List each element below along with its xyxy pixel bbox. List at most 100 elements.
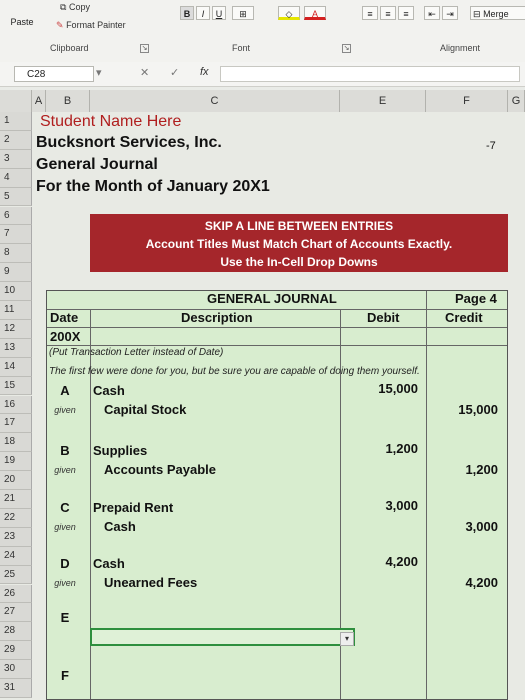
row-header-1[interactable]: 1 [0,112,32,131]
note-first-few-done[interactable]: The first few were done for you, but be … [49,366,420,377]
credit-account[interactable]: Cash [104,519,136,534]
banner-line-2: Account Titles Must Match Chart of Accou… [145,237,453,251]
company-name[interactable]: Bucksnort Services, Inc. [36,134,222,152]
debit-amount[interactable]: 3,000 [350,498,418,513]
entry-letter[interactable]: D [50,556,80,571]
instruction-banner: SKIP A LINE BETWEEN ENTRIES Account Titl… [90,214,508,272]
credit-account[interactable]: Accounts Payable [104,462,216,477]
row-header-2[interactable]: 2 [0,130,32,150]
column-header-a[interactable]: A [32,90,46,112]
row-header-13[interactable]: 13 [0,338,32,358]
align-center-button[interactable]: ≡ [380,6,396,20]
column-header-f[interactable]: F [426,90,508,112]
italic-button[interactable]: I [196,6,210,20]
copy-button[interactable]: ⧉ Copy [60,2,90,13]
pending-entry-letter[interactable]: F [50,668,80,683]
row-header-15[interactable]: 15 [0,376,32,396]
student-name[interactable]: Student Name Here [40,113,181,131]
underline-button[interactable]: U [212,6,226,20]
period-line[interactable]: For the Month of January 20X1 [36,178,270,196]
row-header-16[interactable]: 16 [0,395,32,415]
problem-number[interactable]: -7 [486,140,496,152]
row-header-30[interactable]: 30 [0,660,32,679]
row-header-5[interactable]: 5 [0,187,32,207]
fill-color-button[interactable]: ◇ [278,6,300,20]
credit-account[interactable]: Capital Stock [104,402,186,417]
given-label: given [54,405,76,415]
row-header-25[interactable]: 25 [0,565,32,585]
row-header-28[interactable]: 28 [0,622,32,642]
formula-input[interactable] [220,66,520,82]
pending-entry-letter[interactable]: E [50,610,80,625]
row-header-20[interactable]: 20 [0,471,32,490]
row-header-29[interactable]: 29 [0,641,32,661]
debit-account[interactable]: Prepaid Rent [93,500,173,515]
row-header-11[interactable]: 11 [0,301,32,320]
row-header-14[interactable]: 14 [0,357,32,377]
align-left-button[interactable]: ≡ [362,6,378,20]
decrease-indent-button[interactable]: ⇤ [424,6,440,20]
row-header-12[interactable]: 12 [0,319,32,339]
row-header-17[interactable]: 17 [0,414,32,434]
row-header-9[interactable]: 9 [0,263,32,283]
note-transaction-letter[interactable]: (Put Transaction Letter instead of Date) [49,347,223,358]
name-box[interactable]: C28 [14,66,94,82]
clipboard-launcher-icon[interactable]: ↘ [140,44,149,53]
borders-button[interactable]: ⊞ [232,6,254,20]
bold-button[interactable]: B [180,6,194,20]
select-all-corner[interactable] [0,90,32,112]
row-header-18[interactable]: 18 [0,433,32,453]
debit-amount[interactable]: 4,200 [350,554,418,569]
column-header-e[interactable]: E [340,90,426,112]
paste-button[interactable]: Paste [2,4,42,40]
font-color-button[interactable]: A [304,6,326,20]
credit-amount[interactable]: 3,000 [430,519,498,534]
column-header-g[interactable]: G [508,90,525,112]
row-header-31[interactable]: 31 [0,679,32,698]
alignment-group-label: Alignment [440,43,481,53]
debit-amount[interactable]: 15,000 [350,381,418,396]
row-header-6[interactable]: 6 [0,206,32,226]
divider [47,345,507,346]
row-header-4[interactable]: 4 [0,168,32,188]
row-header-24[interactable]: 24 [0,546,32,566]
column-header-b[interactable]: B [46,90,90,112]
debit-amount[interactable]: 1,200 [350,441,418,456]
insert-function-icon[interactable]: fx [200,66,209,78]
merge-button[interactable]: ⊟ Merge [470,6,525,20]
clipboard-group-label: Clipboard [50,43,89,53]
journal-year[interactable]: 200X [50,329,80,344]
format-painter-button[interactable]: ✎ Format Painter [56,20,126,31]
debit-account[interactable]: Cash [93,556,125,571]
row-header-10[interactable]: 10 [0,282,32,301]
entry-letter[interactable]: A [50,383,80,398]
journal-title-line[interactable]: General Journal [36,156,158,174]
row-header-19[interactable]: 19 [0,452,32,472]
row-header-27[interactable]: 27 [0,603,32,623]
row-header-7[interactable]: 7 [0,225,32,245]
row-header-22[interactable]: 22 [0,508,32,528]
chevron-down-icon[interactable]: ▾ [340,632,354,646]
debit-account[interactable]: Cash [93,383,125,398]
increase-indent-button[interactable]: ⇥ [442,6,458,20]
column-header-c[interactable]: C [90,90,340,112]
name-box-dropdown-icon[interactable]: ▾ [96,66,102,79]
row-header-21[interactable]: 21 [0,490,32,509]
font-launcher-icon[interactable]: ↘ [342,44,351,53]
enter-icon[interactable]: ✓ [170,66,179,79]
cancel-icon[interactable]: ✕ [140,66,149,79]
entry-letter[interactable]: B [50,443,80,458]
credit-amount[interactable]: 1,200 [430,462,498,477]
debit-account[interactable]: Supplies [93,443,147,458]
selected-cell-c28[interactable] [90,628,355,646]
row-header-8[interactable]: 8 [0,244,32,264]
row-header-3[interactable]: 3 [0,149,32,169]
entry-letter[interactable]: C [50,500,80,515]
row-header-23[interactable]: 23 [0,527,32,547]
credit-amount[interactable]: 4,200 [430,575,498,590]
credit-amount[interactable]: 15,000 [430,402,498,417]
row-header-26[interactable]: 26 [0,584,32,604]
credit-account[interactable]: Unearned Fees [104,575,197,590]
align-right-button[interactable]: ≡ [398,6,414,20]
ribbon: Paste ⧉ Copy ✎ Format Painter B I U ⊞ ◇ … [0,0,525,63]
